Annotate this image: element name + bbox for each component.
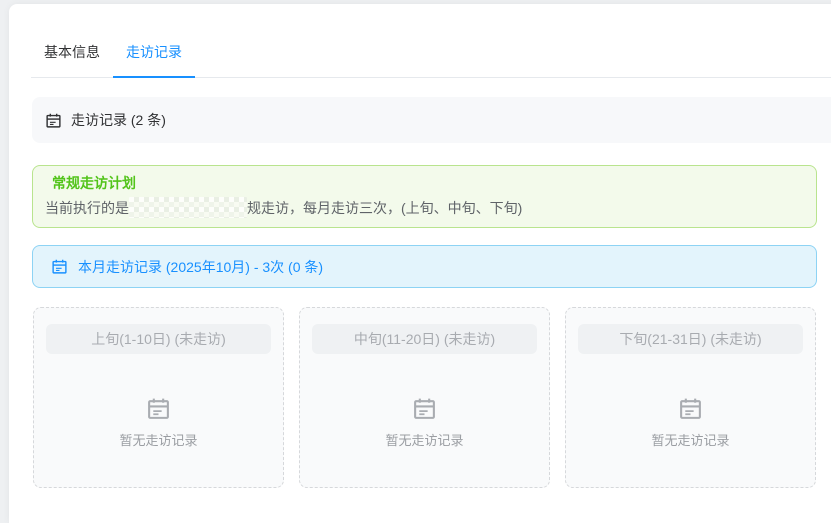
plan-title: 常规走访计划 [52, 175, 800, 191]
visit-period-cards: 上旬(1-10日) (未走访) 暂无走访记录 中旬(11-20日) (未走访) [33, 307, 831, 488]
calendar-icon [46, 396, 271, 421]
visit-card-early-month: 上旬(1-10日) (未走访) 暂无走访记录 [33, 307, 284, 488]
redacted-text-blur [129, 197, 247, 218]
section-title: 走访记录 (2 条) [71, 110, 166, 130]
month-visit-summary-bar: 本月走访记录 (2025年10月) - 3次 (0 条) [32, 245, 817, 288]
empty-state-text: 暂无走访记录 [312, 430, 537, 449]
card-header: 下旬(21-31日) (未走访) [578, 324, 803, 354]
calendar-icon [45, 112, 62, 129]
calendar-icon [578, 396, 803, 421]
detail-panel: 基本信息 走访记录 走访记录 (2 条) 常规走访计划 当前执行的是 规走访，每月… [9, 4, 831, 523]
tab-visit-records[interactable]: 走访记录 [113, 4, 195, 77]
plan-text-after: 规走访，每月走访三次，(上旬、中旬、下旬) [247, 200, 522, 216]
tab-bar: 基本信息 走访记录 [31, 4, 831, 78]
card-header: 中旬(11-20日) (未走访) [312, 324, 537, 354]
plan-description: 当前执行的是 规走访，每月走访三次，(上旬、中旬、下旬) [45, 199, 800, 218]
card-header: 上旬(1-10日) (未走访) [46, 324, 271, 354]
empty-state-text: 暂无走访记录 [578, 430, 803, 449]
visit-records-section-header: 走访记录 (2 条) [32, 97, 831, 143]
calendar-icon [51, 258, 68, 275]
empty-state-text: 暂无走访记录 [46, 430, 271, 449]
tab-basic-info[interactable]: 基本信息 [31, 4, 113, 77]
month-summary-label: 本月走访记录 (2025年10月) - 3次 (0 条) [78, 257, 323, 277]
plan-text-before: 当前执行的是 [45, 200, 129, 216]
regular-visit-plan-alert: 常规走访计划 当前执行的是 规走访，每月走访三次，(上旬、中旬、下旬) [32, 165, 817, 228]
visit-card-mid-month: 中旬(11-20日) (未走访) 暂无走访记录 [299, 307, 550, 488]
calendar-icon [312, 396, 537, 421]
visit-card-late-month: 下旬(21-31日) (未走访) 暂无走访记录 [565, 307, 816, 488]
